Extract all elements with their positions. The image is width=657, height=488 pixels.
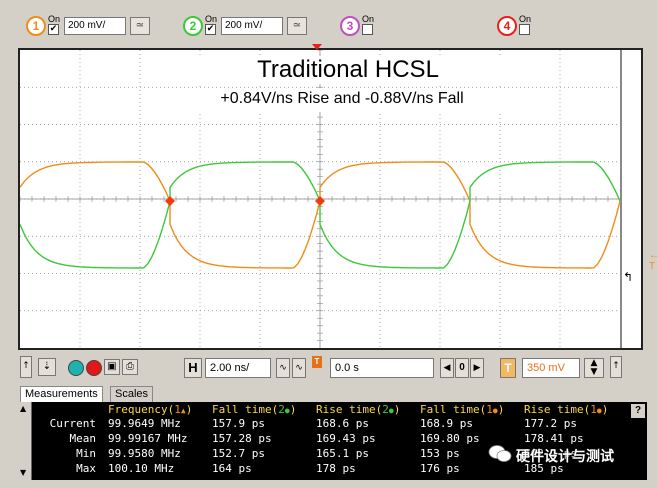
measurement-header: Fall time(2●): [212, 403, 297, 416]
measurement-value: 168.6 ps: [316, 417, 369, 430]
measurement-value: 99.9649 MHz: [108, 417, 181, 430]
timebase-coarse-icon[interactable]: ∿: [292, 358, 306, 378]
cursor-arrows-icon[interactable]: ↰: [623, 270, 633, 284]
measurement-value: 176 ps: [420, 462, 460, 475]
channel-4-on-label: On: [519, 14, 532, 24]
channel-bar: 1 On ✔ 200 mV/ ≃ 2 On ✔ 200 mV/ ≃ 3 On 4…: [0, 0, 657, 44]
trigger-level-stepper[interactable]: ▲ ▼: [584, 358, 604, 378]
delay-marker-icon[interactable]: T: [312, 356, 322, 368]
help-button[interactable]: ?: [631, 404, 645, 418]
channel-2-volts-field[interactable]: 200 mV/: [221, 17, 283, 35]
measurement-value: 178 ps: [316, 462, 356, 475]
measurement-value: 169.43 ps: [316, 432, 376, 445]
measurement-value: 178.41 ps: [524, 432, 584, 445]
measurement-header: Frequency(1▲): [108, 403, 193, 416]
tab-measurements[interactable]: Measurements: [20, 386, 103, 402]
run-button[interactable]: [68, 360, 84, 376]
channel-1-checkbox[interactable]: ✔: [48, 24, 59, 35]
measurement-header: Rise time(1●): [524, 403, 609, 416]
camera-icon[interactable]: ▣: [104, 359, 120, 375]
measurement-header: Fall time(1●): [420, 403, 505, 416]
measurement-value: 153 ps: [420, 447, 460, 460]
arrow-up-small-right-icon[interactable]: ↑: [610, 356, 622, 378]
channel-3-badge[interactable]: 3: [340, 16, 360, 36]
channel-1-on-label: On: [48, 14, 61, 24]
crossing-marker: [165, 196, 175, 206]
crossing-marker: [315, 196, 325, 206]
timebase-field[interactable]: 2.00 ns/: [205, 358, 271, 378]
trigger-position-marker[interactable]: [312, 44, 322, 50]
measurement-row-label: Max: [76, 462, 96, 475]
channel-4-checkbox[interactable]: [519, 24, 530, 35]
display-title: Traditional HCSL: [178, 56, 518, 84]
measurement-value: 164 ps: [212, 462, 252, 475]
delay-field[interactable]: 0.0 s: [330, 358, 434, 378]
autoscale-button[interactable]: ⇣: [38, 358, 56, 376]
delay-left-button[interactable]: ◀: [440, 358, 454, 378]
control-row: ↑ ⇣ ▣ ⎙ H 2.00 ns/ ∿ ∿ T 0.0 s ◀ 0 ▶ T 3…: [0, 353, 657, 383]
measurement-value: 168.9 ps: [420, 417, 473, 430]
delay-right-button[interactable]: ▶: [470, 358, 484, 378]
measurements-scrollbar[interactable]: ▲ ▼: [16, 402, 32, 480]
channel-1-badge[interactable]: 1: [26, 16, 46, 36]
channel-2-on-label: On: [205, 14, 218, 24]
channel-4-badge[interactable]: 4: [497, 16, 517, 36]
channel-2-badge[interactable]: 2: [183, 16, 203, 36]
measurement-header: Rise time(2●): [316, 403, 401, 416]
trigger-level-field[interactable]: 350 mV: [522, 358, 580, 378]
measurement-value: 177.2 ps: [524, 417, 577, 430]
wechat-logo-icon: [488, 445, 512, 462]
channel-2-checkbox[interactable]: ✔: [205, 24, 216, 35]
measurement-row-label: Min: [76, 447, 96, 460]
waveform-display[interactable]: Traditional HCSL +0.84V/ns Rise and -0.8…: [18, 48, 657, 350]
measurement-row-label: Mean: [69, 432, 97, 445]
measurement-value: 100.10 MHz: [108, 462, 175, 475]
measurement-value: 99.99167 MHz: [108, 432, 188, 445]
measurement-value: 165.1 ps: [316, 447, 369, 460]
channel-3-checkbox[interactable]: [362, 24, 373, 35]
trigger-level-marker[interactable]: ← T: [649, 250, 657, 272]
horizontal-label: H: [184, 358, 202, 378]
delay-zero-button[interactable]: 0: [455, 358, 469, 378]
channel-1-coupling-button[interactable]: ≃: [130, 17, 150, 35]
measurement-value: 152.7 ps: [212, 447, 265, 460]
print-icon[interactable]: ⎙: [122, 359, 138, 375]
oscilloscope-window: 1 On ✔ 200 mV/ ≃ 2 On ✔ 200 mV/ ≃ 3 On 4…: [0, 0, 657, 488]
measurement-row-label: Current: [49, 417, 96, 430]
scroll-down-icon[interactable]: ▼: [20, 468, 26, 477]
crossing-markers: [165, 196, 325, 206]
watermark-text: 硬件设计与测试: [516, 449, 614, 465]
measurement-value: 99.9580 MHz: [108, 447, 181, 460]
measurement-value: 157.9 ps: [212, 417, 265, 430]
scroll-up-icon[interactable]: ▲: [20, 404, 26, 413]
display-subtitle: +0.84V/ns Rise and -0.88V/ns Fall: [162, 88, 522, 112]
measurement-value: 169.80 ps: [420, 432, 480, 445]
tab-scales[interactable]: Scales: [110, 386, 154, 402]
arrow-up-small-icon[interactable]: ↑: [20, 356, 32, 378]
channel-2-coupling-button[interactable]: ≃: [287, 17, 307, 35]
timebase-fine-icon[interactable]: ∿: [276, 358, 290, 378]
stop-button[interactable]: [86, 360, 102, 376]
channel-3-on-label: On: [362, 14, 375, 24]
channel-1-volts-field[interactable]: 200 mV/: [64, 17, 126, 35]
measurement-value: 157.28 ps: [212, 432, 272, 445]
trigger-label: T: [500, 358, 516, 378]
measurements-table: ▲ ▼ ? Frequency(1▲) Fall time(2●) Rise tim…: [16, 402, 647, 480]
